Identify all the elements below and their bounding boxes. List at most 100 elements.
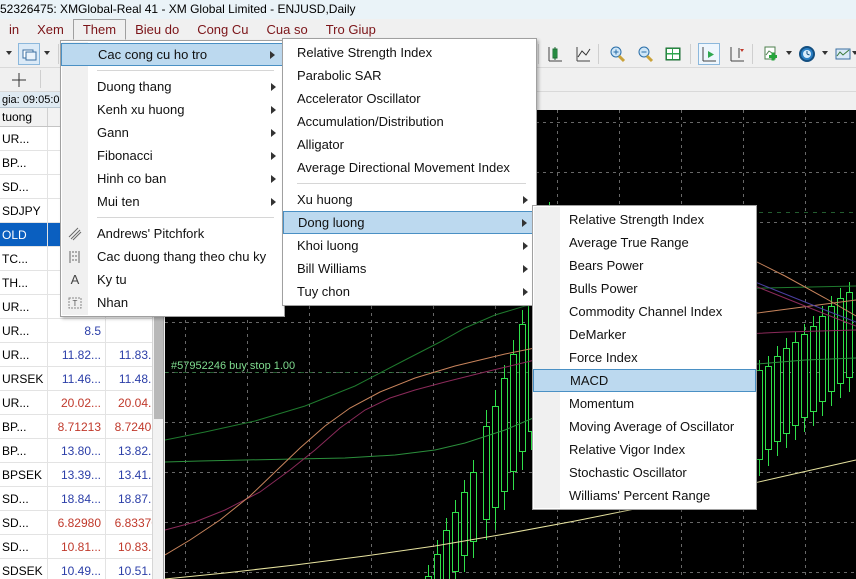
- symbol-cell: SD...: [0, 535, 48, 558]
- table-row[interactable]: UR... 11.82... 11.83...: [0, 343, 163, 367]
- table-row[interactable]: SD... 6.82980 6.83370: [0, 511, 163, 535]
- column-header-symbol[interactable]: tuong: [0, 108, 48, 126]
- menu-item-xem[interactable]: Xem: [28, 19, 73, 40]
- menu-item-cac-cong-cu-ho-tro[interactable]: Cac cong cu ho tro: [61, 43, 284, 66]
- symbol-cell: BP...: [0, 415, 48, 438]
- menu-item-tuy-chon[interactable]: Tuy chon: [283, 280, 536, 303]
- menu-item-williams-percent-range[interactable]: Williams' Percent Range: [533, 484, 756, 507]
- menu-item-label: Duong thang: [97, 79, 172, 94]
- toolbar-dropdown-arrow-1[interactable]: [6, 51, 12, 55]
- chevron-right-icon: [271, 83, 276, 91]
- menu-item-label: Accumulation/Distribution: [297, 114, 444, 129]
- menu-item-duong-thang[interactable]: Duong thang: [61, 75, 284, 98]
- bid-cell: 8.71213: [48, 415, 106, 438]
- symbol-cell: BP...: [0, 151, 48, 174]
- symbol-cell: OLD: [0, 223, 48, 246]
- menu-item-momentum[interactable]: Momentum: [533, 392, 756, 415]
- crosshair-icon[interactable]: [8, 69, 30, 91]
- menu-item-label: Fibonacci: [97, 148, 153, 163]
- menu-item-nhan[interactable]: T Nhan: [61, 291, 284, 314]
- menu-item-andrews-pitchfork[interactable]: Andrews' Pitchfork: [61, 222, 284, 245]
- menu-item-commodity-channel-index[interactable]: Commodity Channel Index: [533, 300, 756, 323]
- table-row[interactable]: BP... 13.80... 13.82...: [0, 439, 163, 463]
- menu-item-relative-strength-index[interactable]: Relative Strength Index: [283, 41, 536, 64]
- indicators-icon[interactable]: [760, 43, 782, 65]
- period-icon[interactable]: [796, 43, 818, 65]
- chevron-right-icon: [523, 265, 528, 273]
- templates-dropdown-arrow[interactable]: [852, 51, 856, 55]
- menu-item-alligator[interactable]: Alligator: [283, 133, 536, 156]
- menu-item-bulls-power[interactable]: Bulls Power: [533, 277, 756, 300]
- profiles-icon[interactable]: [18, 43, 40, 65]
- menu-item-bieu-do[interactable]: Bieu do: [126, 19, 188, 40]
- menu-item-cong-cu[interactable]: Cong Cu: [188, 19, 257, 40]
- templates-icon[interactable]: [832, 43, 854, 65]
- menu-item-label: Cac cong cu ho tro: [98, 47, 208, 62]
- table-row[interactable]: SD... 18.84... 18.87...: [0, 487, 163, 511]
- bid-cell: 20.02...: [48, 391, 106, 414]
- line-chart-icon[interactable]: [572, 43, 594, 65]
- menu-item-label: Alligator: [297, 137, 344, 152]
- menu-item-average-true-range[interactable]: Average True Range: [533, 231, 756, 254]
- menu-item-parabolic-sar[interactable]: Parabolic SAR: [283, 64, 536, 87]
- table-row[interactable]: UR... 20.02... 20.04...: [0, 391, 163, 415]
- menu-item-label: Momentum: [569, 396, 635, 411]
- zoom-out-icon[interactable]: [634, 43, 656, 65]
- symbol-cell: UR...: [0, 391, 48, 414]
- menu-item-relative-vigor-index[interactable]: Relative Vigor Index: [533, 438, 756, 461]
- menu-item-force-index[interactable]: Force Index: [533, 346, 756, 369]
- menu-item-gann[interactable]: Gann: [61, 121, 284, 144]
- zoom-in-icon[interactable]: [606, 43, 628, 65]
- menu-item-fibonacci[interactable]: Fibonacci: [61, 144, 284, 167]
- menu-oscillators: Relative Strength Index Average True Rang…: [532, 205, 757, 510]
- table-row[interactable]: SDSEK 10.49... 10.51...: [0, 559, 163, 579]
- menu-item-ky-tu[interactable]: A Ky tu: [61, 268, 284, 291]
- menu-item-xu-huong[interactable]: Xu huong: [283, 188, 536, 211]
- menu-item-kenh-xu-huong[interactable]: Kenh xu huong: [61, 98, 284, 121]
- menu-item-label: Bill Williams: [297, 261, 367, 276]
- table-row[interactable]: UR... 8.5: [0, 319, 163, 343]
- menu-item-label: Khoi luong: [297, 238, 359, 253]
- menu-item-label: Gann: [97, 125, 129, 140]
- menu-item-demarker[interactable]: DeMarker: [533, 323, 756, 346]
- menu-item-tro-giup[interactable]: Tro Giup: [317, 19, 385, 40]
- menu-item-mui-ten[interactable]: Mui ten: [61, 190, 284, 213]
- tile-windows-icon[interactable]: [662, 43, 684, 65]
- menu-item-label: Kenh xu huong: [97, 102, 185, 117]
- bid-cell: 13.80...: [48, 439, 106, 462]
- bar-chart-icon[interactable]: [544, 43, 566, 65]
- chevron-right-icon: [523, 288, 528, 296]
- table-row[interactable]: BPSEK 13.39... 13.41...: [0, 463, 163, 487]
- menu-item-stochastic-oscillator[interactable]: Stochastic Oscillator: [533, 461, 756, 484]
- menu-item-them[interactable]: Them: [72, 19, 127, 40]
- table-row[interactable]: URSEK 11.46... 11.48...: [0, 367, 163, 391]
- menu-item-macd[interactable]: MACD: [533, 369, 756, 392]
- indicators-dropdown-arrow[interactable]: [786, 51, 792, 55]
- menu-item-in[interactable]: in: [0, 19, 28, 40]
- menu-item-hinh-co-ban[interactable]: Hinh co ban: [61, 167, 284, 190]
- auto-scroll-icon[interactable]: [698, 43, 720, 65]
- menu-item-cac-duong-thang-theo-chu-ky[interactable]: Cac duong thang theo chu ky: [61, 245, 284, 268]
- menu-item-label: Tuy chon: [297, 284, 350, 299]
- menu-item-cua-so[interactable]: Cua so: [258, 19, 317, 40]
- toolbar-dropdown-arrow-2[interactable]: [44, 51, 50, 55]
- menu-item-khoi-luong[interactable]: Khoi luong: [283, 234, 536, 257]
- menu-item-bill-williams[interactable]: Bill Williams: [283, 257, 536, 280]
- menu-item-average-directional-movement-index[interactable]: Average Directional Movement Index: [283, 156, 536, 179]
- menu-item-accumulation-distribution[interactable]: Accumulation/Distribution: [283, 110, 536, 133]
- period-dropdown-arrow[interactable]: [822, 51, 828, 55]
- menu-item-relative-strength-index[interactable]: Relative Strength Index: [533, 208, 756, 231]
- menu-item-moving-average-of-oscillator[interactable]: Moving Average of Oscillator: [533, 415, 756, 438]
- menu-item-label: Commodity Channel Index: [569, 304, 723, 319]
- table-row[interactable]: BP... 8.71213 8.72408: [0, 415, 163, 439]
- symbol-cell: SD...: [0, 487, 48, 510]
- menu-item-accelerator-oscillator[interactable]: Accelerator Oscillator: [283, 87, 536, 110]
- chevron-right-icon: [522, 219, 527, 227]
- chart-shift-icon[interactable]: [726, 43, 748, 65]
- table-row[interactable]: SD... 10.81... 10.83...: [0, 535, 163, 559]
- menu-item-bears-power[interactable]: Bears Power: [533, 254, 756, 277]
- menu-item-label: Andrews' Pitchfork: [97, 226, 205, 241]
- menu-item-dong-luong[interactable]: Dong luong: [283, 211, 536, 234]
- market-watch-scroll-thumb[interactable]: [154, 307, 163, 419]
- menu-item-label: Mui ten: [97, 194, 140, 209]
